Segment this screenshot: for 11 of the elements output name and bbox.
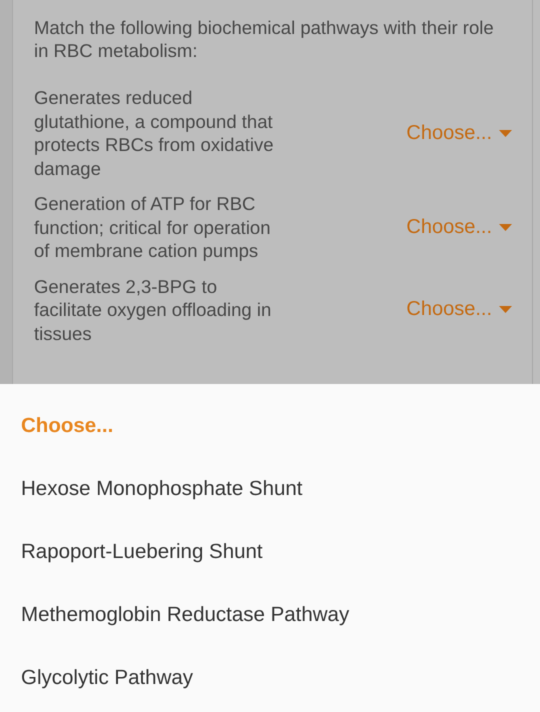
caret-icon xyxy=(499,130,512,136)
match-item-text: Generates 2,3-BPG to facilitate oxygen offloading in tissues xyxy=(34,274,272,345)
match-item-text: Generates reduced glutathione, a compound that protects RBCs from oxidative damage xyxy=(34,86,275,180)
caret-icon xyxy=(499,306,512,314)
caret-icon xyxy=(499,224,512,231)
match-item-text: Generation of ATP for RBC function; critical for operation of membrane cation pumps xyxy=(34,192,272,262)
dropdown-option[interactable]: Hexose Monophosphate Shunt xyxy=(0,457,540,520)
question-prompt: Match the following biochemical pathways with their role in RBC metabolism: xyxy=(34,16,495,62)
dropdown-option[interactable]: Glycolytic Pathway xyxy=(0,646,540,709)
dropdown-option[interactable]: Rapoport-Luebering Shunt xyxy=(0,520,540,583)
dropdown-option[interactable]: Methemoglobin Reductase Pathway xyxy=(0,583,540,646)
